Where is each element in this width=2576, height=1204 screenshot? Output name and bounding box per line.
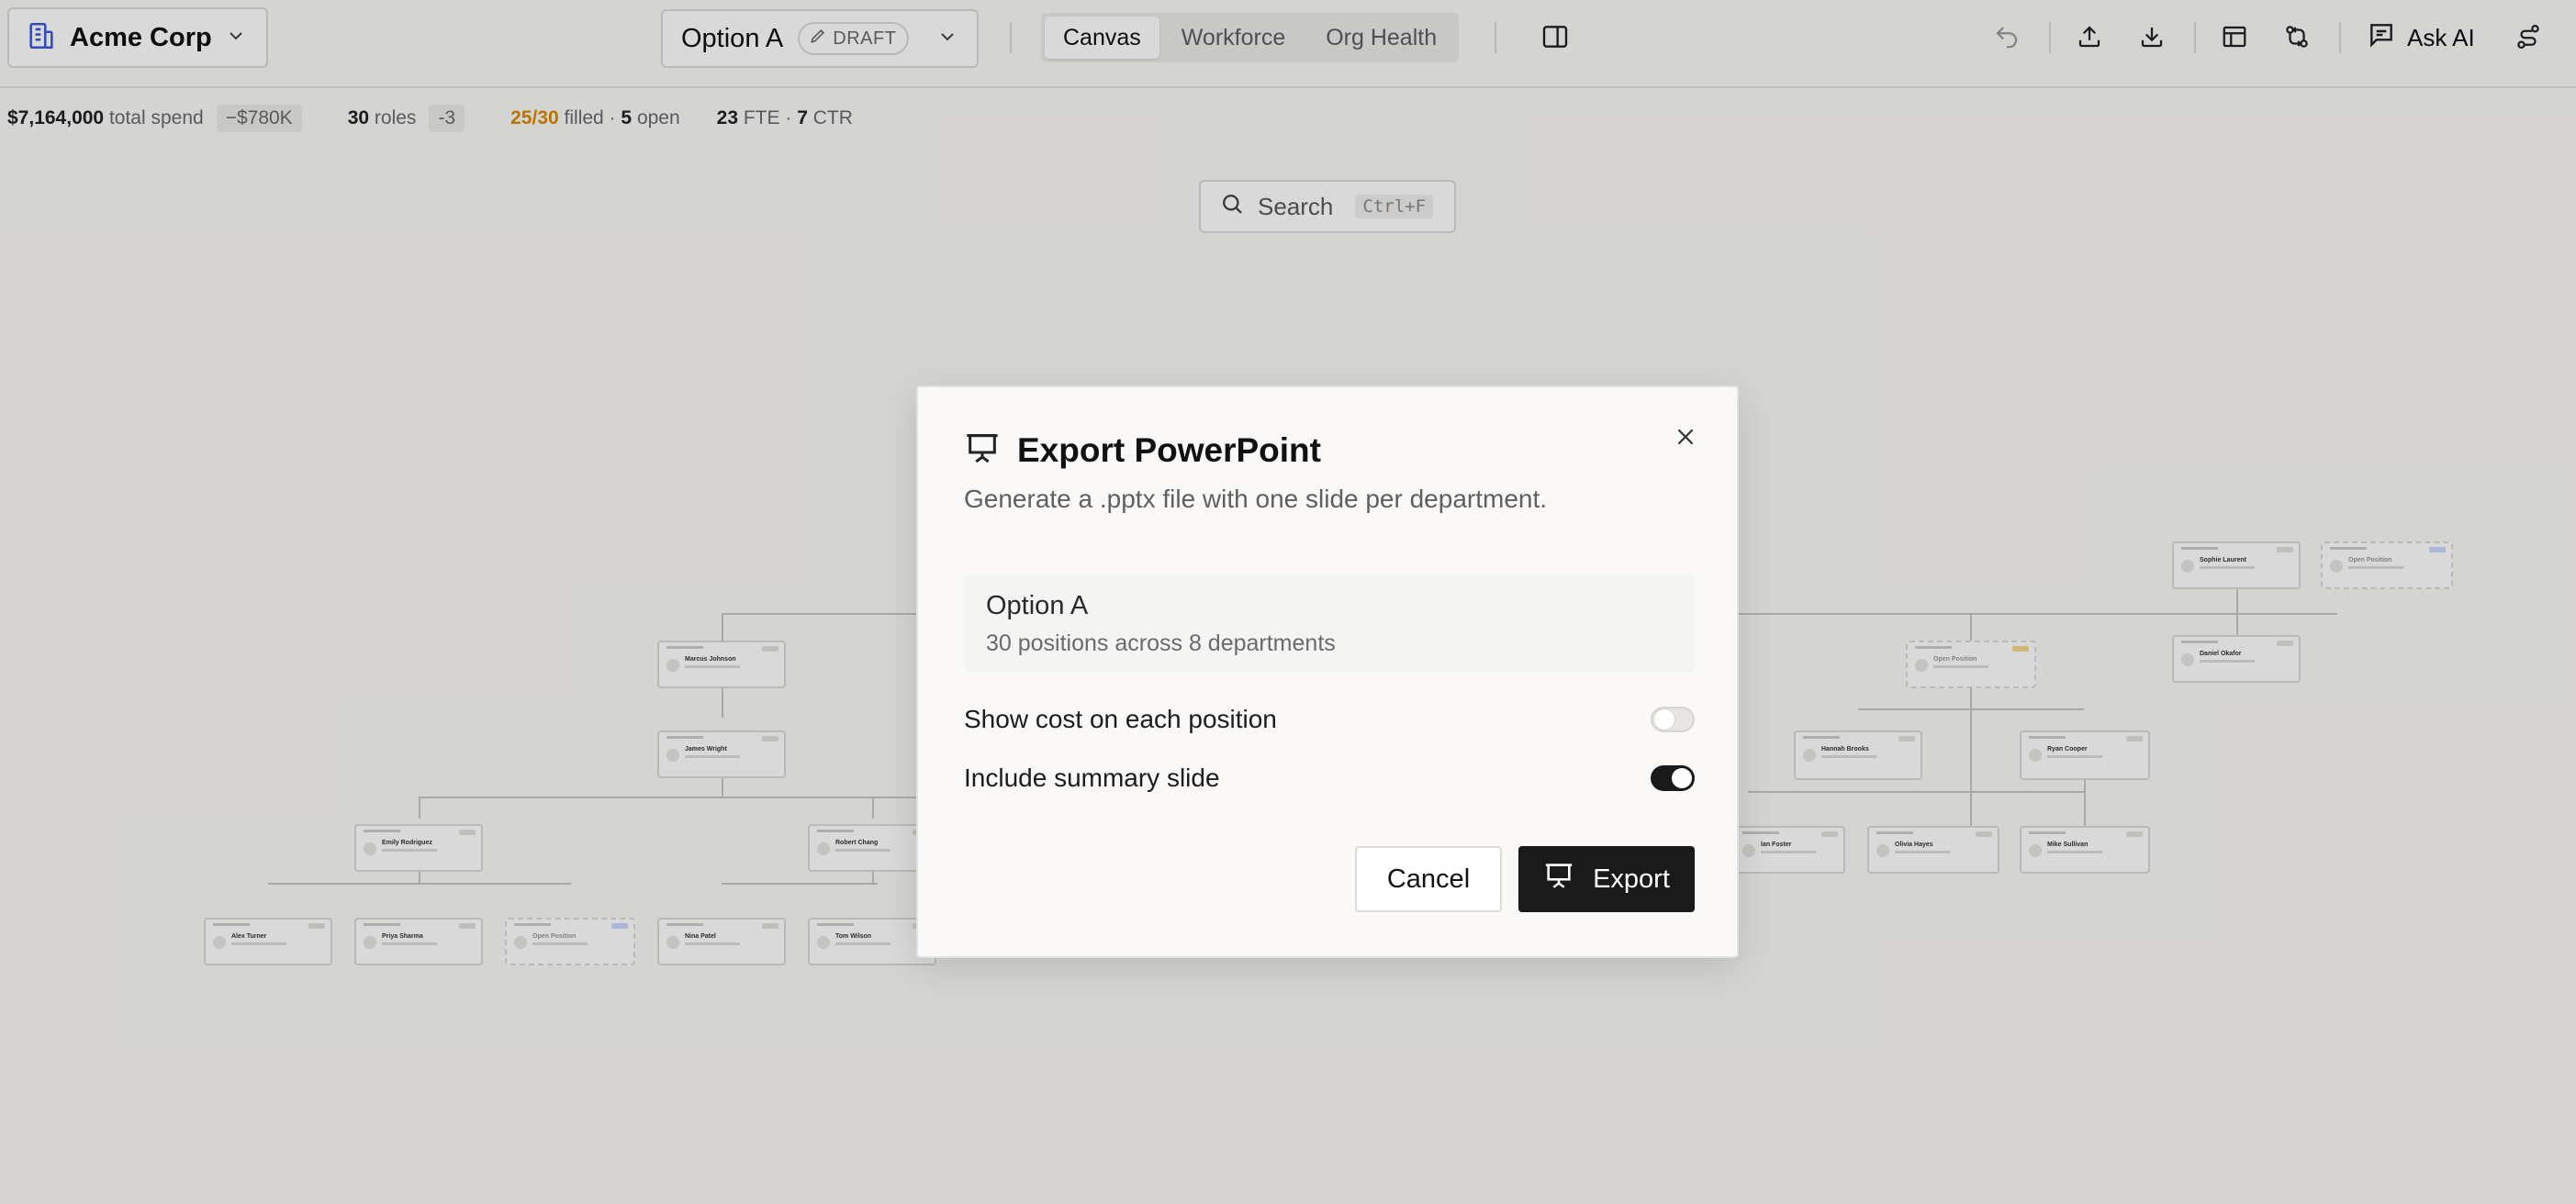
export-powerpoint-dialog: Export PowerPoint Generate a .pptx file … xyxy=(916,385,1739,958)
presentation-icon xyxy=(964,429,1001,471)
export-summary: Option A 30 positions across 8 departmen… xyxy=(964,574,1695,672)
cancel-button[interactable]: Cancel xyxy=(1355,846,1502,912)
option-label: Show cost on each position xyxy=(964,705,1277,733)
export-label: Export xyxy=(1593,864,1670,894)
close-button[interactable] xyxy=(1665,418,1706,459)
dialog-title: Export PowerPoint xyxy=(1017,430,1321,469)
summary-slide-toggle[interactable] xyxy=(1651,765,1695,791)
option-show-cost: Show cost on each position xyxy=(964,701,1695,738)
option-label: Include summary slide xyxy=(964,764,1220,792)
close-icon xyxy=(1674,425,1697,453)
summary-option-name: Option A xyxy=(986,591,1089,620)
dialog-header: Export PowerPoint xyxy=(964,429,1321,471)
show-cost-toggle[interactable] xyxy=(1651,707,1695,732)
summary-meta: 30 positions across 8 departments xyxy=(986,630,1336,656)
export-button[interactable]: Export xyxy=(1518,846,1695,912)
dialog-description: Generate a .pptx file with one slide per… xyxy=(964,485,1548,513)
presentation-icon xyxy=(1543,860,1574,898)
option-summary-slide: Include summary slide xyxy=(964,760,1695,797)
